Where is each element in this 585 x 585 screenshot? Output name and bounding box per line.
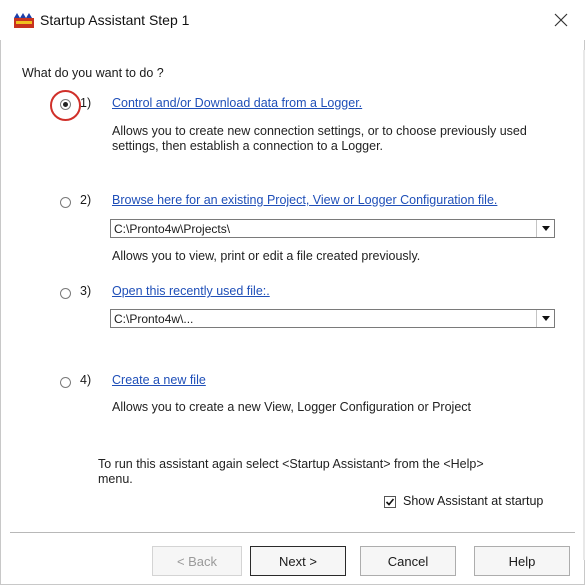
option-2-link[interactable]: Browse here for an existing Project, Vie… — [112, 193, 497, 207]
project-path-dropdown-button[interactable] — [536, 220, 554, 237]
option-1-number: 1) — [80, 96, 92, 110]
recent-file-value: C:\Pronto4w\... — [114, 312, 194, 326]
checkmark-icon — [385, 498, 395, 506]
close-icon — [554, 13, 568, 27]
help-button[interactable]: Help — [474, 546, 570, 576]
option-2-description: Allows you to view, print or edit a file… — [112, 249, 421, 263]
show-at-startup-checkbox[interactable] — [384, 496, 396, 508]
recent-file-dropdown-button[interactable] — [536, 310, 554, 327]
project-path-combo[interactable]: C:\Pronto4w\Projects\ — [110, 219, 555, 238]
option-4-link[interactable]: Create a new file — [112, 373, 206, 387]
option-2-number: 2) — [80, 193, 92, 207]
title-bar: Startup Assistant Step 1 — [0, 0, 585, 40]
option-1-link[interactable]: Control and/or Download data from a Logg… — [112, 96, 362, 110]
project-path-value: C:\Pronto4w\Projects\ — [114, 222, 231, 236]
radio-option-4[interactable] — [60, 377, 71, 388]
option-4-number: 4) — [80, 373, 92, 387]
back-button[interactable]: < Back — [152, 546, 242, 576]
option-3-number: 3) — [80, 284, 92, 298]
cancel-button[interactable]: Cancel — [360, 546, 456, 576]
chevron-down-icon — [541, 316, 550, 321]
prompt-label: What do you want to do ? — [22, 66, 164, 80]
app-icon — [14, 13, 34, 28]
radio-option-2[interactable] — [60, 197, 71, 208]
next-button[interactable]: Next > — [250, 546, 346, 576]
option-3-link[interactable]: Open this recently used file:. — [112, 284, 270, 298]
close-button[interactable] — [545, 6, 577, 34]
show-at-startup-label[interactable]: Show Assistant at startup — [403, 494, 543, 508]
option-4-description: Allows you to create a new View, Logger … — [112, 400, 471, 414]
button-separator — [10, 532, 575, 533]
recent-file-combo[interactable]: C:\Pronto4w\... — [110, 309, 555, 328]
option-1-description: Allows you to create new connection sett… — [112, 124, 527, 153]
radio-option-1[interactable] — [60, 99, 71, 110]
radio-option-3[interactable] — [60, 288, 71, 299]
chevron-down-icon — [541, 226, 550, 231]
window-title: Startup Assistant Step 1 — [40, 12, 190, 28]
help-hint-text: To run this assistant again select <Star… — [98, 457, 484, 486]
